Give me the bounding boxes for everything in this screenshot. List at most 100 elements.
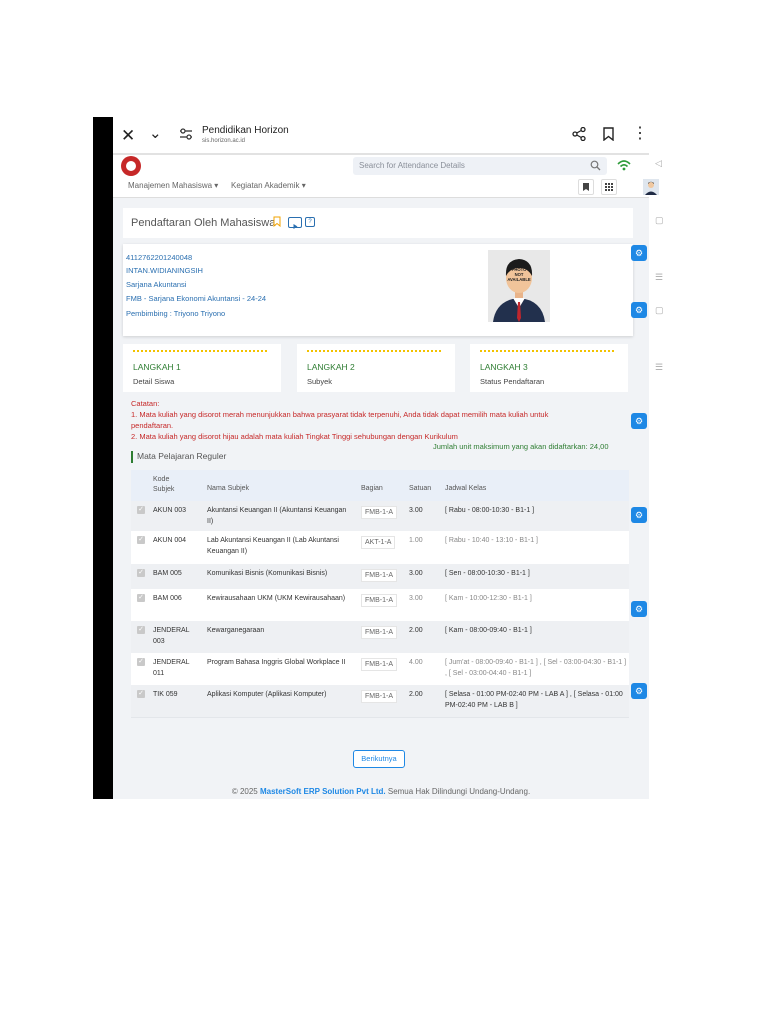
cell-satuan: 3.00 <box>409 570 423 577</box>
cell-bagian: FMB-1-A <box>361 690 397 703</box>
step-dots <box>480 350 614 352</box>
student-id: 4112762201240048 <box>126 253 193 262</box>
row-checkbox[interactable]: ✓ <box>137 626 145 634</box>
cell-bagian: FMB-1-A <box>361 506 397 519</box>
search-placeholder: Search for Attendance Details <box>359 161 465 170</box>
step-3[interactable]: LANGKAH 3 Status Pendaftaran <box>470 344 628 392</box>
apps-grid-icon[interactable] <box>601 179 617 195</box>
th-jadwal: Jadwal Kelas <box>445 485 487 492</box>
table-row[interactable]: ✓ JENDERAL 011 Program Bahasa Inggris Glob… <box>131 653 629 686</box>
more-vert-icon[interactable]: ⋮ <box>632 126 648 142</box>
settings-gear-icon[interactable]: ⚙ <box>631 507 647 523</box>
row-checkbox[interactable]: ✓ <box>137 594 145 602</box>
step-dots <box>133 350 267 352</box>
step-indicator: LANGKAH 1 Detail Siswa LANGKAH 2 Subyek … <box>123 344 633 394</box>
settings-gear-icon[interactable]: ⚙ <box>631 245 647 261</box>
student-photo: PHOTO NOT AVAILABLE <box>488 250 550 322</box>
footer-company[interactable]: MasterSoft ERP Solution Pvt Ltd. <box>260 787 386 796</box>
step-2[interactable]: LANGKAH 2 Subyek <box>297 344 455 392</box>
university-logo[interactable] <box>121 156 141 176</box>
step-sub: Status Pendaftaran <box>480 377 545 386</box>
th-kode: Kode Subjek <box>153 476 175 493</box>
site-settings-icon[interactable] <box>179 128 193 140</box>
cell-jadwal: [ Kam - 08:00-09:40 - B1-1 ] <box>445 627 532 634</box>
bookmark-icon[interactable] <box>273 216 281 227</box>
th-bagian: Bagian <box>361 485 383 492</box>
step-label: LANGKAH 3 <box>480 362 528 372</box>
th-satuan: Satuan <box>409 485 432 492</box>
table-row[interactable]: ✓ JENDERAL 003 Kewarganegaraan FMB-1-A 2.00 [… <box>131 621 629 654</box>
next-button[interactable]: Berikutnya <box>353 750 405 768</box>
search-icon[interactable] <box>590 160 601 171</box>
cell-kode: TIK 059 <box>153 691 178 698</box>
page-title: Pendaftaran Oleh Mahasiswa <box>131 217 276 229</box>
row-checkbox[interactable]: ✓ <box>137 690 145 698</box>
search-input[interactable]: Search for Attendance Details <box>353 157 607 175</box>
cell-bagian: FMB-1-A <box>361 626 397 639</box>
th-nama: Nama Subjek <box>207 485 250 492</box>
cell-satuan: 2.00 <box>409 691 423 698</box>
row-checkbox[interactable]: ✓ <box>137 569 145 577</box>
menu-manajemen-mahasiswa[interactable]: Manajemen Mahasiswa ▾ <box>128 181 218 190</box>
row-checkbox[interactable]: ✓ <box>137 658 145 666</box>
row-checkbox[interactable]: ✓ <box>137 536 145 544</box>
cell-nama: Program Bahasa Inggris Global Workplace … <box>207 659 346 666</box>
user-avatar[interactable] <box>643 179 659 195</box>
square-icon[interactable]: ▢ <box>655 305 664 316</box>
settings-gear-icon[interactable]: ⚙ <box>631 601 647 617</box>
settings-gear-icon[interactable]: ⚙ <box>631 413 647 429</box>
cell-kode: AKUN 004 <box>153 537 187 544</box>
bookmark-icon[interactable] <box>603 127 614 141</box>
help-icon[interactable]: ? <box>305 217 315 227</box>
bookmark-list-icon[interactable] <box>578 179 594 195</box>
step-label: LANGKAH 1 <box>133 362 181 372</box>
cell-jadwal: [ Jum'at - 08:00-09:40 - B1-1 ] , [ Sel … <box>445 659 627 677</box>
table-row[interactable]: ✓ AKUN 003 Akuntansi Keuangan II (Akuntans… <box>131 501 629 532</box>
student-profile-card: 4112762201240048 INTAN.WIDIANINGSIH Sarj… <box>123 244 633 336</box>
share-icon[interactable] <box>572 127 586 141</box>
cell-jadwal: [ Rabu - 10:40 - 13:10 - B1-1 ] <box>445 537 538 544</box>
main-menu: Manajemen Mahasiswa ▾ Kegiatan Akademik … <box>113 179 659 195</box>
cell-jadwal: [ Rabu - 08:00-10:30 - B1-1 ] <box>445 507 535 514</box>
menu-lines-icon[interactable]: ☰ <box>655 272 663 283</box>
content-area: Pendaftaran Oleh Mahasiswa ? 41127622012… <box>113 198 649 799</box>
footer-suffix: Semua Hak Dilindungi Undang-Undang. <box>387 787 531 796</box>
close-icon[interactable]: ✕ <box>121 126 135 146</box>
note-1: 1. Mata kuliah yang disorot merah menunj… <box>131 410 549 419</box>
step-sub: Detail Siswa <box>133 377 175 386</box>
wifi-icon[interactable] <box>615 157 633 173</box>
black-edge <box>93 117 113 799</box>
step-1[interactable]: LANGKAH 1 Detail Siswa <box>123 344 281 392</box>
cell-jadwal: [ Selasa - 01:00 PM-02:40 PM - LAB A ] ,… <box>445 691 623 709</box>
table-row[interactable]: ✓ AKUN 004 Lab Akuntansi Keuangan II (Lab … <box>131 531 629 565</box>
video-icon[interactable] <box>288 217 302 229</box>
max-units: Jumlah unit maksimum yang akan didaftark… <box>433 442 609 451</box>
section-title: Mata Pelajaran Reguler <box>131 451 226 463</box>
page-title-card: Pendaftaran Oleh Mahasiswa ? <box>123 208 633 238</box>
step-dots <box>307 350 441 352</box>
browser-window: ✕ ⌄ Pendidikan Horizon sis.horizon.ac.id… <box>93 117 659 799</box>
footer-prefix: © 2025 <box>231 787 258 796</box>
cell-jadwal: [ Sen - 08:00-10:30 - B1-1 ] <box>445 570 530 577</box>
browser-url: sis.horizon.ac.id <box>202 138 246 144</box>
square-icon[interactable]: ▢ <box>655 215 664 226</box>
chevron-down-icon[interactable]: ⌄ <box>149 124 162 142</box>
row-checkbox[interactable]: ✓ <box>137 506 145 514</box>
settings-gear-icon[interactable]: ⚙ <box>631 683 647 699</box>
cell-kode: BAM 005 <box>153 570 182 577</box>
student-name: INTAN.WIDIANINGSIH <box>126 266 203 275</box>
table-row[interactable]: ✓ BAM 006 Kewirausahaan UKM (UKM Kewirausa… <box>131 589 629 622</box>
cell-bagian: AKT-1-A <box>361 536 396 549</box>
browser-top-bar: ✕ ⌄ Pendidikan Horizon sis.horizon.ac.id… <box>113 117 649 153</box>
table-row[interactable]: ✓ BAM 005 Komunikasi Bisnis (Komunikasi Bi… <box>131 564 629 590</box>
back-arrow-icon[interactable]: ◁ <box>655 158 662 169</box>
student-advisor: Pembimbing : Triyono Triyono <box>126 309 226 318</box>
settings-gear-icon[interactable]: ⚙ <box>631 302 647 318</box>
table-row[interactable]: ✓ TIK 059 Aplikasi Komputer (Aplikasi Komp… <box>131 685 629 718</box>
cell-bagian: FMB-1-A <box>361 569 397 582</box>
student-faculty: FMB - Sarjana Ekonomi Akuntansi - 24-24 <box>126 294 267 303</box>
menu-lines-icon[interactable]: ☰ <box>655 362 663 373</box>
menu-kegiatan-akademik[interactable]: Kegiatan Akademik ▾ <box>231 181 306 190</box>
photo-text-3: AVAILABLE <box>507 277 531 282</box>
cell-kode: AKUN 003 <box>153 507 187 514</box>
